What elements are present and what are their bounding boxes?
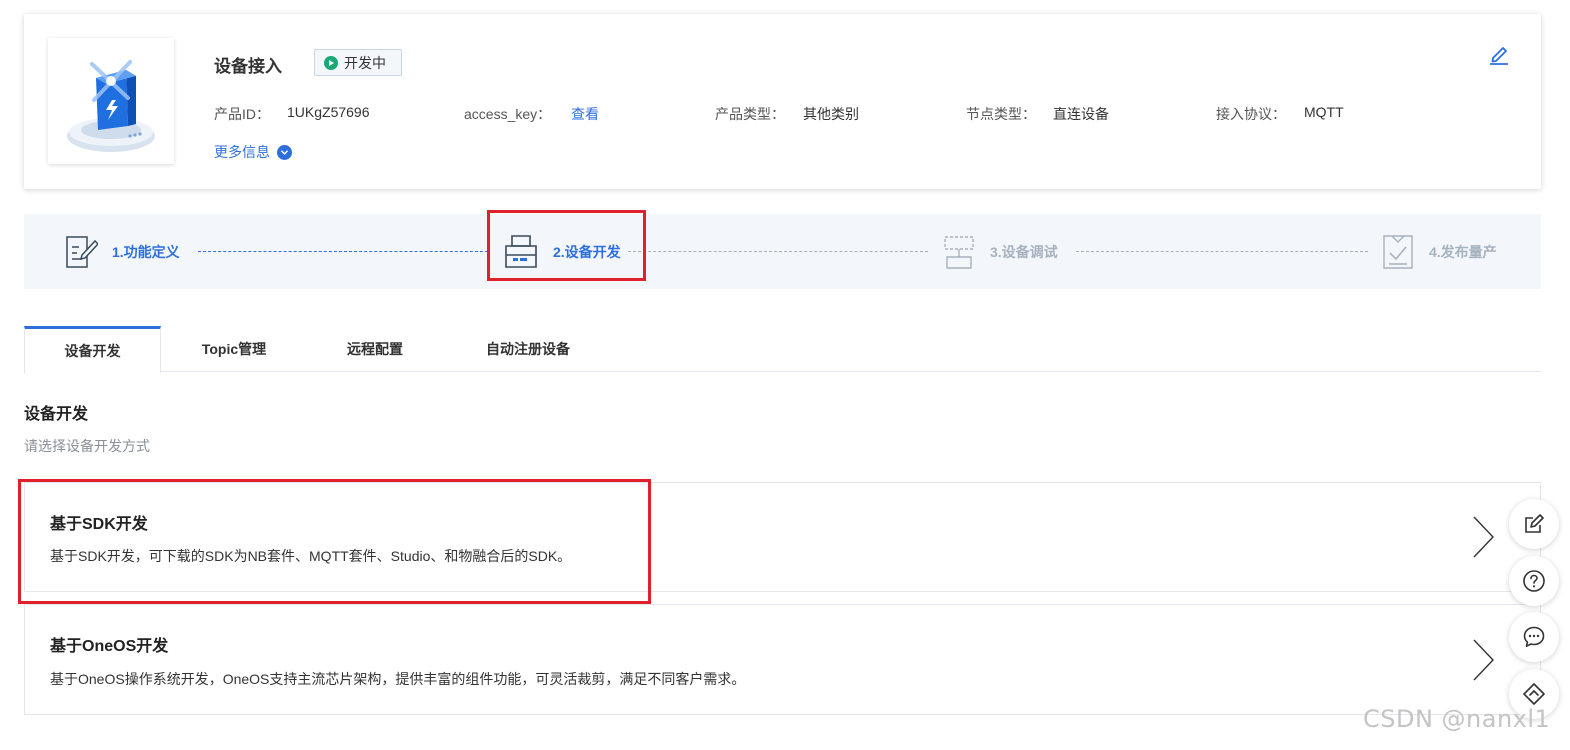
node-type-label: 节点类型： <box>966 106 1036 122</box>
tab-bar: 设备开发 Topic管理 远程配置 自动注册设备 <box>24 326 1541 373</box>
chevron-down-icon <box>277 144 292 160</box>
product-type-value: 其他类别 <box>803 106 859 122</box>
more-info-toggle[interactable]: 更多信息 <box>214 142 292 162</box>
play-status-icon <box>324 55 338 70</box>
tab-label: Topic管理 <box>201 341 267 357</box>
option-description: 基于OneOS操作系统开发，OneOS支持主流芯片架构，提供丰富的组件功能，可灵… <box>50 671 746 687</box>
progress-steps: 1.功能定义 2.设备开发 3.设备调试 4.发布量产 <box>24 214 1541 289</box>
step-label: 4.发布量产 <box>1429 243 1497 260</box>
help-button[interactable] <box>1509 556 1559 606</box>
tab-label: 自动注册设备 <box>486 341 570 357</box>
tab-topic-management[interactable]: Topic管理 <box>161 326 307 372</box>
more-info-label: 更多信息 <box>214 144 270 160</box>
step-label: 3.设备调试 <box>990 243 1058 260</box>
product-id-value: 1UKgZ57696 <box>287 104 370 120</box>
document-edit-icon <box>66 235 98 268</box>
step-release[interactable]: 4.发布量产 <box>1381 214 1497 289</box>
release-check-icon <box>1383 234 1413 269</box>
help-icon <box>1523 570 1545 592</box>
step-connector <box>198 251 488 252</box>
access-key-view-link[interactable]: 查看 <box>571 104 599 124</box>
step-device-debugging[interactable]: 3.设备调试 <box>942 214 1058 289</box>
status-label: 开发中 <box>344 54 386 71</box>
section-subtitle: 请选择设备开发方式 <box>24 438 150 454</box>
product-device-icon <box>67 60 155 152</box>
tab-remote-config[interactable]: 远程配置 <box>307 326 443 372</box>
product-image <box>48 38 174 164</box>
chevron-right-icon <box>1472 638 1496 687</box>
access-key-label: access_key： <box>464 106 552 122</box>
step-connector <box>628 251 928 252</box>
feedback-button[interactable] <box>1509 499 1559 549</box>
debug-device-icon <box>944 235 974 269</box>
protocol-value: MQTT <box>1304 104 1344 120</box>
feedback-edit-icon <box>1525 514 1544 533</box>
watermark: CSDN @nanxl1 <box>1363 705 1551 733</box>
edit-icon[interactable] <box>1488 43 1510 70</box>
product-type-label: 产品类型： <box>715 106 785 122</box>
option-card-sdk[interactable]: 基于SDK开发 基于SDK开发，可下载的SDK为NB套件、MQTT套件、Stud… <box>24 482 1541 592</box>
printer-device-icon <box>505 234 537 268</box>
tab-label: 设备开发 <box>64 343 121 359</box>
step-connector <box>1076 251 1368 252</box>
chat-icon <box>1523 626 1545 647</box>
option-title: 基于SDK开发 <box>50 516 148 533</box>
step-label: 1.功能定义 <box>112 243 180 260</box>
chat-button[interactable] <box>1509 612 1559 662</box>
option-title: 基于OneOS开发 <box>50 638 169 655</box>
product-id-label: 产品ID： <box>214 106 270 122</box>
chevron-right-icon <box>1472 515 1496 564</box>
node-type-value: 直连设备 <box>1053 106 1109 122</box>
option-card-oneos[interactable]: 基于OneOS开发 基于OneOS操作系统开发，OneOS支持主流芯片架构，提供… <box>24 604 1541 715</box>
product-info-card: 设备接入 开发中 产品ID： 1UKgZ57696 access_key： 查看… <box>24 14 1541 189</box>
protocol-label: 接入协议： <box>1216 106 1286 122</box>
product-title: 设备接入 <box>214 57 282 76</box>
tab-auto-register-device[interactable]: 自动注册设备 <box>443 326 613 372</box>
step-feature-definition[interactable]: 1.功能定义 <box>64 214 180 289</box>
tab-device-development[interactable]: 设备开发 <box>24 326 161 373</box>
step-label: 2.设备开发 <box>553 243 621 260</box>
tab-label: 远程配置 <box>347 341 403 357</box>
option-description: 基于SDK开发，可下载的SDK为NB套件、MQTT套件、Studio、和物融合后… <box>50 548 572 564</box>
step-device-development[interactable]: 2.设备开发 <box>503 214 621 289</box>
status-badge: 开发中 <box>314 49 402 76</box>
section-title: 设备开发 <box>24 406 89 423</box>
back-to-top-icon <box>1523 683 1545 705</box>
